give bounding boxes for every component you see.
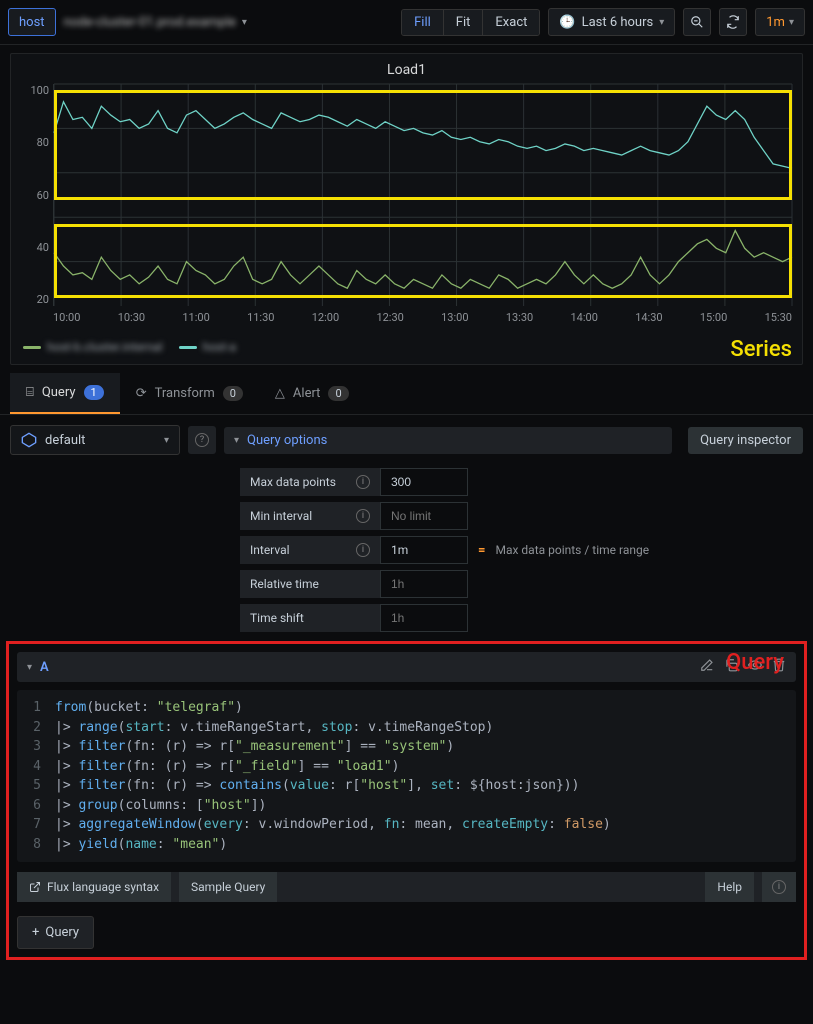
refresh-interval-value: 1m [766, 15, 785, 30]
fit-mode-fit[interactable]: Fit [444, 10, 484, 35]
option-time-shift-label: Time shift [240, 604, 380, 632]
edit-name-button[interactable] [700, 658, 714, 676]
info-icon[interactable]: i [356, 475, 370, 489]
clock-icon: 🕒 [559, 15, 575, 30]
option-min-interval-label: Min intervali [240, 502, 380, 530]
flux-code-editor[interactable]: 1from(bucket: "telegraf")2 |> range(star… [17, 690, 796, 862]
plus-icon: + [32, 925, 39, 940]
datasource-select[interactable]: default ▾ [10, 425, 180, 455]
host-variable-value: node-cluster-01.prod.example [64, 15, 236, 30]
y-axis: 10080604020 [21, 84, 53, 306]
chevron-down-icon: ▾ [242, 17, 247, 28]
option-relative-time-label: Relative time [240, 570, 380, 598]
option-interval-label: Intervali [240, 536, 380, 564]
chart-plot[interactable]: 10080604020 10:0010:3011:0011:3012:0012:… [21, 84, 792, 334]
info-icon[interactable]: i [356, 509, 370, 523]
fit-mode-group: Fill Fit Exact [401, 9, 540, 36]
chart-panel: Load1 10080604020 10:0010:3011:0011:3012… [10, 53, 803, 365]
refresh-icon [726, 15, 740, 29]
tab-alert-label: Alert [293, 386, 321, 401]
chevron-down-icon: ▾ [789, 17, 794, 28]
query-footer: Flux language syntax Sample Query Help i [17, 872, 796, 902]
sample-query-button[interactable]: Sample Query [179, 872, 277, 902]
transform-icon: ⟳ [136, 386, 147, 401]
chevron-down-icon: ▾ [234, 435, 239, 446]
help-button[interactable]: Help [705, 872, 754, 902]
chevron-down-icon: ▾ [659, 17, 664, 28]
top-toolbar: host node-cluster-01.prod.example ▾ Fill… [0, 0, 813, 45]
query-help-info[interactable]: i [762, 872, 796, 902]
x-axis: 10:0010:3011:0011:3012:0012:3013:0013:30… [53, 311, 792, 324]
editor-tabs: ⌸ Query 1 ⟳ Transform 0 △ Alert 0 [0, 373, 813, 415]
info-icon: i [772, 880, 786, 894]
database-icon: ⌸ [26, 385, 34, 400]
time-range-picker[interactable]: 🕒 Last 6 hours ▾ [548, 8, 675, 36]
query-annotation-box: Query ▾ A 1from(bucket: "telegraf")2 |> … [6, 641, 807, 960]
query-options-panel: Max data pointsi Min intervali Intervali… [240, 465, 793, 635]
option-interval-hint: Max data points / time range [495, 543, 649, 557]
option-max-data-points-input[interactable] [380, 468, 468, 496]
query-options-label: Query options [247, 433, 327, 448]
host-variable-select[interactable]: node-cluster-01.prod.example ▾ [64, 15, 394, 30]
info-icon[interactable]: i [356, 543, 370, 557]
chart-legend: host-b.cluster.internal host-a [21, 334, 792, 360]
host-variable-label: host [8, 8, 56, 36]
chevron-down-icon: ▾ [27, 662, 32, 673]
add-query-button[interactable]: + Query [17, 916, 94, 949]
flux-syntax-link[interactable]: Flux language syntax [17, 872, 171, 902]
external-link-icon [29, 881, 41, 893]
zoom-out-button[interactable] [683, 8, 711, 36]
legend-item[interactable]: host-a [179, 340, 236, 354]
fit-mode-fill[interactable]: Fill [402, 10, 444, 35]
fit-mode-exact[interactable]: Exact [483, 10, 539, 35]
chart-title: Load1 [21, 62, 792, 78]
option-time-shift-input[interactable] [380, 604, 468, 632]
series-annotation: Series [730, 337, 792, 362]
option-max-data-points-label: Max data pointsi [240, 468, 380, 496]
tab-transform-count: 0 [223, 386, 243, 401]
pencil-icon [700, 658, 714, 672]
tab-query-count: 1 [84, 385, 104, 400]
tab-query-label: Query [42, 385, 76, 400]
question-icon: ? [195, 433, 209, 447]
option-relative-time-input[interactable] [380, 570, 468, 598]
tab-transform[interactable]: ⟳ Transform 0 [120, 374, 259, 413]
refresh-interval-select[interactable]: 1m ▾ [755, 8, 805, 36]
datasource-name: default [45, 433, 85, 448]
query-annotation-label: Query [726, 650, 784, 675]
tab-query[interactable]: ⌸ Query 1 [10, 373, 120, 414]
legend-item[interactable]: host-b.cluster.internal [23, 340, 163, 354]
query-options-toggle[interactable]: ▾ Query options [224, 427, 672, 454]
query-inspector-button[interactable]: Query inspector [688, 427, 803, 454]
tab-alert-count: 0 [328, 386, 348, 401]
time-range-label: Last 6 hours [582, 15, 654, 30]
chevron-down-icon: ▾ [164, 435, 169, 446]
query-row-header[interactable]: ▾ A [17, 652, 796, 682]
datasource-help-button[interactable]: ? [188, 426, 216, 454]
option-min-interval-input[interactable] [380, 502, 468, 530]
plot-area [53, 84, 792, 306]
tab-alert[interactable]: △ Alert 0 [259, 374, 365, 413]
equals-sign: = [468, 543, 495, 558]
tab-transform-label: Transform [155, 386, 215, 401]
zoom-out-icon [690, 15, 704, 29]
option-interval-value: 1m [380, 536, 468, 564]
query-name: A [40, 660, 49, 675]
influxdb-icon [21, 432, 37, 448]
datasource-row: default ▾ ? ▾ Query options Query inspec… [0, 415, 813, 465]
bell-icon: △ [275, 386, 285, 401]
refresh-button[interactable] [719, 8, 747, 36]
